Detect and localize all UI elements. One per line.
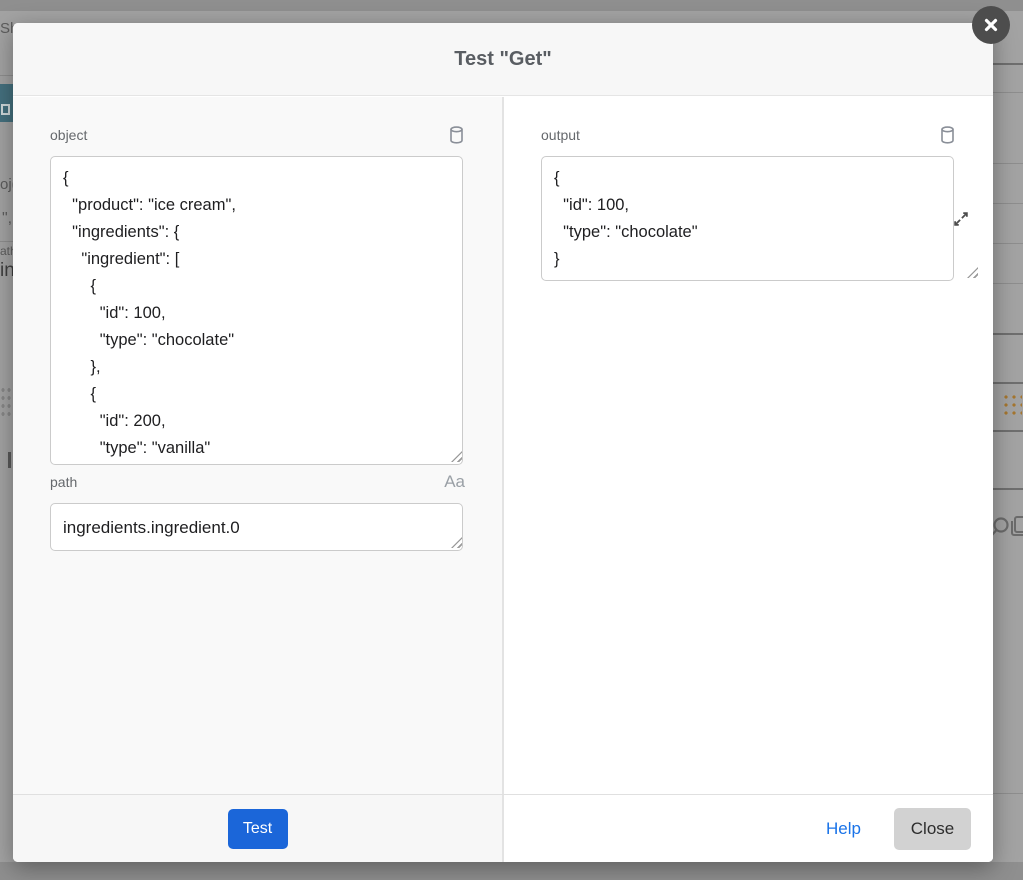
background-app-glyph: [1, 104, 10, 115]
input-panel: object { "product": "ice cream", "ingred…: [13, 97, 502, 862]
background-row-divider: [993, 793, 1023, 794]
dialog-title: Test "Get": [454, 47, 552, 70]
copy-output-icon[interactable]: [938, 126, 956, 144]
background-row-divider: [993, 92, 1023, 93]
output-field-label: output: [541, 127, 580, 143]
output-panel: output { "id": 100, "type": "chocolate" …: [504, 97, 993, 862]
background-copy-pages-icon: [1009, 515, 1023, 542]
background-row-divider: [993, 243, 1023, 244]
expand-output-icon[interactable]: [951, 209, 971, 229]
test-get-dialog: Test "Get" object { "product": "ice crea…: [13, 23, 993, 862]
background-row-divider: [993, 163, 1023, 164]
object-field-label: object: [50, 127, 88, 143]
background-row-divider: [993, 382, 1023, 384]
background-drag-handle-dots: [1002, 393, 1022, 417]
background-row-divider: [993, 203, 1023, 204]
case-sensitivity-toggle[interactable]: Aa: [444, 472, 465, 492]
background-bottom-bar: [0, 862, 1023, 880]
output-display[interactable]: { "id": 100, "type": "chocolate" }: [541, 156, 954, 281]
close-x-icon: [983, 17, 999, 33]
background-row-divider: [993, 63, 1023, 65]
dialog-footer: Test Help Close: [13, 794, 993, 862]
dialog-header: Test "Get": [13, 23, 993, 96]
background-text-fragment: ",: [2, 210, 13, 227]
path-field-label: path: [50, 474, 78, 490]
test-button[interactable]: Test: [227, 808, 288, 849]
path-input[interactable]: ingredients.ingredient.0: [50, 503, 463, 551]
background-row-divider: [993, 430, 1023, 432]
background-divider: [0, 241, 13, 242]
background-drag-handle-dots: [0, 386, 13, 420]
background-app-tile: [0, 84, 13, 122]
footer-left: Test: [13, 795, 502, 862]
background-row-divider: [993, 283, 1023, 284]
background-divider: [0, 75, 13, 76]
copy-object-icon[interactable]: [447, 126, 465, 144]
footer-right: Help Close: [504, 795, 993, 862]
dialog-close-x-button[interactable]: [972, 6, 1010, 44]
close-button[interactable]: Close: [894, 807, 971, 850]
resize-handle-icon[interactable]: [967, 267, 978, 278]
help-link[interactable]: Help: [826, 819, 861, 839]
object-input[interactable]: { "product": "ice cream", "ingredients":…: [50, 156, 463, 465]
background-top-bar: [0, 0, 1023, 11]
background-cursor-mark: [8, 452, 11, 468]
background-row-divider: [993, 488, 1023, 490]
background-row-divider: [993, 333, 1023, 335]
